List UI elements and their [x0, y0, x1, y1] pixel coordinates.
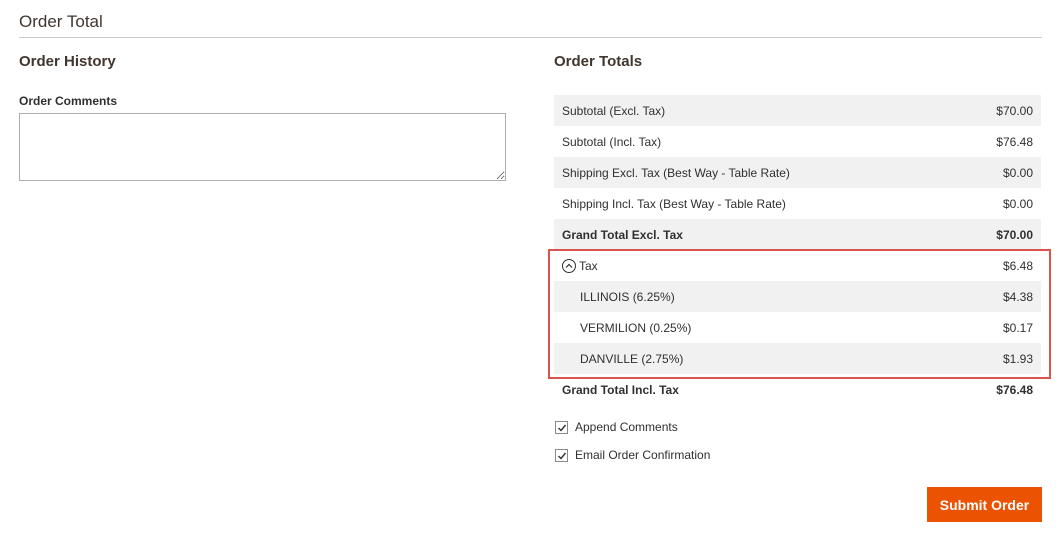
append-comments-option[interactable]: Append Comments [555, 420, 678, 434]
row-value: $0.00 [1002, 166, 1033, 180]
tax-label: Tax [579, 259, 598, 273]
collapse-chevron-up-icon[interactable] [562, 259, 576, 273]
row-value: $76.48 [996, 383, 1033, 397]
row-value: $76.48 [996, 135, 1033, 149]
checkmark-icon [558, 452, 567, 460]
shipping-excl-tax-row: Shipping Excl. Tax (Best Way - Table Rat… [554, 157, 1041, 188]
subtotal-incl-tax-row: Subtotal (Incl. Tax) $76.48 [554, 126, 1041, 157]
order-totals-table: Subtotal (Excl. Tax) $70.00 Subtotal (In… [554, 95, 1041, 405]
order-totals-heading: Order Totals [554, 53, 643, 70]
title-divider [19, 37, 1042, 38]
row-value: $6.48 [1002, 259, 1033, 273]
tax-detail-row-vermilion: VERMILION (0.25%) $0.17 [554, 312, 1041, 343]
row-value: $0.17 [1002, 321, 1033, 335]
row-label: Subtotal (Incl. Tax) [562, 135, 662, 149]
row-label: Shipping Incl. Tax (Best Way - Table Rat… [562, 197, 786, 211]
section-title: Order Total [19, 12, 103, 31]
email-confirmation-option[interactable]: Email Order Confirmation [555, 448, 710, 462]
shipping-incl-tax-row: Shipping Incl. Tax (Best Way - Table Rat… [554, 188, 1041, 219]
row-value: $70.00 [996, 104, 1033, 118]
order-comments-input[interactable] [19, 113, 506, 181]
row-label: Shipping Excl. Tax (Best Way - Table Rat… [562, 166, 790, 180]
row-value: $70.00 [996, 228, 1033, 242]
row-label: DANVILLE (2.75%) [580, 352, 684, 366]
row-label: Tax [562, 259, 598, 273]
row-label: Grand Total Excl. Tax [562, 228, 683, 242]
tax-detail-row-danville: DANVILLE (2.75%) $1.93 [554, 343, 1041, 374]
order-comments-label: Order Comments [19, 94, 118, 108]
email-confirmation-checkbox[interactable] [555, 448, 568, 462]
row-value: $4.38 [1002, 290, 1033, 304]
subtotal-excl-tax-row: Subtotal (Excl. Tax) $70.00 [554, 95, 1041, 126]
submit-order-button[interactable]: Submit Order [927, 487, 1042, 522]
order-history-heading: Order History [19, 53, 116, 70]
grand-total-excl-tax-row: Grand Total Excl. Tax $70.00 [554, 219, 1041, 250]
checkmark-icon [558, 424, 567, 432]
grand-total-incl-tax-row: Grand Total Incl. Tax $76.48 [554, 374, 1041, 405]
order-total-page: Order Total Order History Order Comments… [0, 0, 1060, 544]
tax-summary-row[interactable]: Tax $6.48 [554, 250, 1041, 281]
row-value: $0.00 [1002, 197, 1033, 211]
append-comments-label[interactable]: Append Comments [575, 420, 678, 434]
row-label: Subtotal (Excl. Tax) [562, 104, 666, 118]
tax-detail-row-illinois: ILLINOIS (6.25%) $4.38 [554, 281, 1041, 312]
row-label: ILLINOIS (6.25%) [580, 290, 675, 304]
append-comments-checkbox[interactable] [555, 420, 568, 434]
row-label: VERMILION (0.25%) [580, 321, 692, 335]
row-value: $1.93 [1002, 352, 1033, 366]
email-confirmation-label[interactable]: Email Order Confirmation [575, 448, 710, 462]
row-label: Grand Total Incl. Tax [562, 383, 679, 397]
